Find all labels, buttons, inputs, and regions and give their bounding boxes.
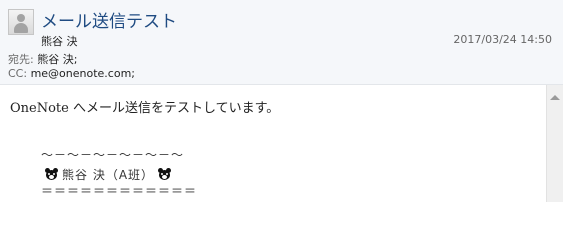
signature-name-line: 熊谷 決（A班） <box>41 166 175 183</box>
intro-brand: OneNote <box>10 101 69 116</box>
email-subject: メール送信テスト <box>41 12 177 32</box>
bear-icon <box>158 168 172 180</box>
intro-text: へメール送信をテストしています。 <box>68 101 280 116</box>
sender-name[interactable]: 熊谷 決 <box>41 33 78 49</box>
email-header: メール送信テスト 熊谷 決 2017/03/24 14:50 宛先: 熊谷 決;… <box>0 0 563 85</box>
person-icon[interactable] <box>8 9 34 35</box>
email-timestamp: 2017/03/24 14:50 <box>453 33 552 46</box>
bear-icon <box>45 168 58 180</box>
cc-label: CC: <box>8 67 28 80</box>
signature-name: 熊谷 決（A班） <box>62 168 155 182</box>
body-intro: OneNote へメール送信をテストしています。 <box>10 97 279 116</box>
cc-recipient[interactable]: me@onenote.com; <box>27 67 135 80</box>
to-recipient[interactable]: 熊谷 決; <box>34 53 77 66</box>
scroll-up-arrow-icon[interactable] <box>550 95 560 100</box>
signature-bottom-line: ＝＝＝＝＝＝＝＝＝＝＝＝ <box>41 184 198 198</box>
signature-top-line: ～－～－～－～－～－～ <box>41 148 185 162</box>
vertical-scrollbar[interactable] <box>546 85 563 202</box>
to-line: 宛先: 熊谷 決; <box>8 51 77 67</box>
cc-line: CC: me@onenote.com; <box>8 67 135 80</box>
to-label: 宛先: <box>8 53 34 66</box>
